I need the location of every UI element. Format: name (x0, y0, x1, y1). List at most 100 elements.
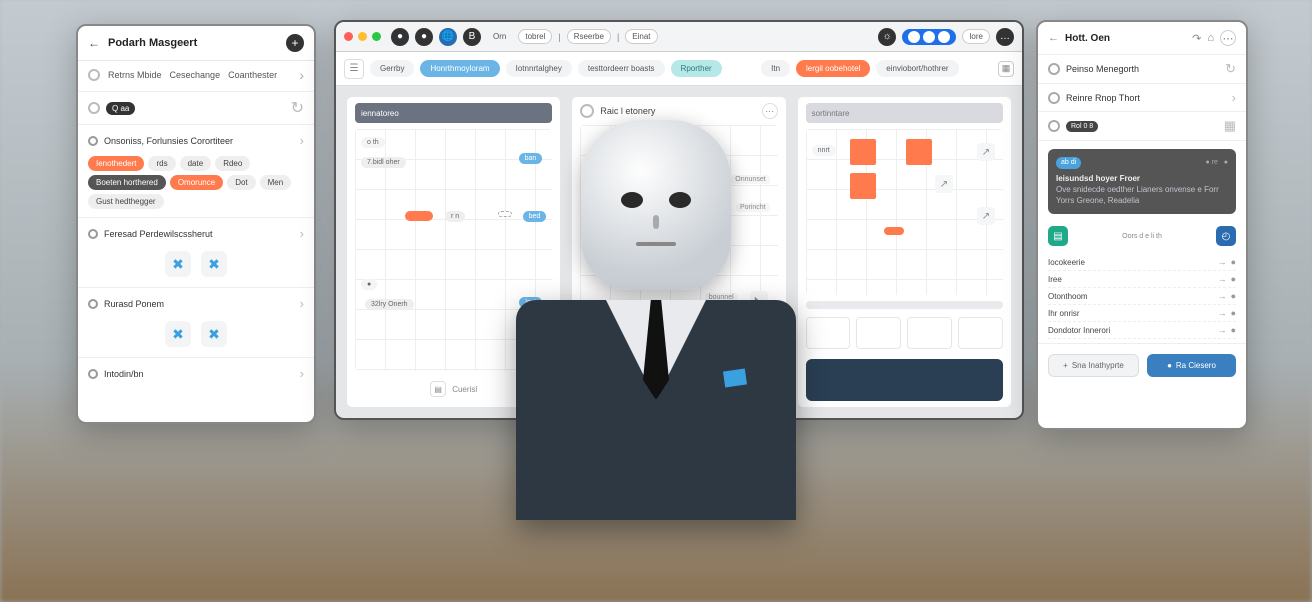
close-icon[interactable] (344, 32, 353, 41)
right-panel: ← Hott. Oen ↷ ⌂ ⋯ Peinso Menegorth ↻ Rei… (1036, 20, 1248, 430)
board-col-3: sortinntare nnrt ↗ ↗ ↗ (797, 96, 1012, 408)
chip[interactable]: Boeten horthered (88, 175, 166, 190)
crumb[interactable]: Rseerbe (567, 29, 611, 44)
card-placeholder[interactable] (498, 211, 512, 217)
arrow-icon: → (1218, 257, 1227, 267)
card[interactable]: r n (445, 211, 465, 222)
back-icon[interactable]: ← (88, 36, 100, 50)
icon-button[interactable]: ◣ (750, 291, 768, 309)
chip[interactable]: Rdeo (215, 156, 250, 171)
chip[interactable]: Gust hedthegger (88, 194, 164, 209)
tab-active[interactable]: Honrthmoyloram (420, 60, 499, 77)
crumb[interactable]: Orn (487, 30, 512, 43)
circle-icon (1048, 120, 1060, 132)
nav-icon[interactable]: ● (391, 28, 409, 46)
nav-icon[interactable]: ● (415, 28, 433, 46)
cell[interactable] (806, 317, 851, 349)
avatar-icon (938, 31, 950, 43)
refresh-icon[interactable]: ↻ (291, 98, 304, 118)
globe-icon[interactable]: 🌐 (439, 28, 457, 46)
menu-icon[interactable]: ☰ (344, 59, 364, 79)
window-controls[interactable] (344, 32, 381, 41)
app-icon[interactable]: ▤ (1048, 226, 1068, 246)
chip[interactable]: Dot (227, 175, 255, 190)
minimize-icon[interactable] (358, 32, 367, 41)
action-x-icon[interactable]: ✖ (165, 251, 191, 277)
card[interactable] (405, 211, 433, 221)
bell-icon[interactable]: ☼ (878, 28, 896, 46)
tab-2[interactable]: Cesechange (170, 70, 221, 80)
refresh-icon[interactable]: ↻ (1225, 61, 1236, 77)
action-x-icon[interactable]: ✖ (201, 321, 227, 347)
chip[interactable]: Ienothedert (88, 156, 144, 171)
cell[interactable] (958, 317, 1003, 349)
main-tabs: ☰ Gerrby Honrthmoyloram Iotnnrtalghey te… (336, 52, 1022, 86)
heat-cell (850, 173, 876, 199)
action-x-icon[interactable]: ✖ (201, 251, 227, 277)
expand-icon[interactable]: ↗ (935, 175, 953, 193)
avatar-group[interactable] (902, 29, 956, 45)
list-item[interactable]: Ihr onrisr→● (1048, 305, 1236, 322)
tab[interactable]: Gerrby (370, 60, 414, 77)
radio-icon[interactable] (88, 69, 100, 81)
more-icon[interactable]: ⋯ (762, 103, 778, 119)
crumb[interactable]: Einat (625, 29, 657, 44)
cell-label: 32lry Onerh (365, 299, 414, 310)
tab-3[interactable]: Coanthester (228, 70, 277, 80)
card[interactable]: ban (519, 153, 543, 164)
list-item[interactable]: Dondotor Innerori→● (1048, 322, 1236, 339)
more-icon[interactable]: ⋯ (1220, 30, 1236, 46)
grid-icon[interactable]: ▦ (1224, 118, 1236, 134)
circle-icon (1048, 63, 1060, 75)
tab-1[interactable]: Retrns Mbide (108, 70, 162, 80)
primary-button[interactable]: ●Ra Ciesero (1147, 354, 1236, 377)
left-title: Podarh Masgeert (108, 37, 278, 49)
crumb[interactable]: Iore (962, 29, 990, 44)
home-icon[interactable]: ⌂ (1207, 32, 1214, 44)
cell[interactable] (856, 317, 901, 349)
chevron-right-icon[interactable]: › (300, 296, 304, 311)
right-sec2[interactable]: Reinre Rnop Thort (1066, 93, 1140, 103)
expand-icon[interactable]: ↗ (977, 143, 995, 161)
list-item[interactable]: Iocokeerie→● (1048, 254, 1236, 271)
tab[interactable]: einviobort/hothrer (876, 60, 958, 77)
chevron-right-icon[interactable]: › (299, 67, 304, 83)
tab[interactable]: Rporther (671, 60, 722, 77)
tab[interactable]: testtordeerr boasts (578, 60, 665, 77)
chip[interactable]: Men (260, 175, 292, 190)
right-sec1[interactable]: Peinso Menegorth (1066, 64, 1139, 74)
nav-icon[interactable]: B (463, 28, 481, 46)
filter-icon[interactable]: ▦ (998, 61, 1014, 77)
mini-chart: Oors d e li th (1074, 233, 1210, 240)
chip[interactable]: rds (148, 156, 175, 171)
sec2-title: Feresad Perdewilscssherut (104, 229, 213, 239)
chevron-right-icon[interactable]: › (300, 133, 304, 148)
card[interactable]: bed (523, 211, 547, 222)
more-icon[interactable]: … (996, 28, 1014, 46)
detail-pane[interactable] (806, 359, 1003, 401)
tab[interactable]: Iotnnrtalghey (506, 60, 572, 77)
chip[interactable]: Snie (580, 390, 606, 401)
action-x-icon[interactable]: ✖ (165, 321, 191, 347)
add-icon[interactable]: + (286, 34, 304, 52)
secondary-button[interactable]: +Sna Inathyprte (1048, 354, 1139, 377)
cell[interactable] (907, 317, 952, 349)
crumb[interactable]: tobrel (518, 29, 552, 44)
chevron-right-icon[interactable]: › (300, 366, 304, 381)
chip[interactable]: Omorunce (170, 175, 223, 190)
tab[interactable]: lergil oobehotel (796, 60, 870, 77)
icon-button[interactable]: ▤ (430, 381, 446, 397)
app-icon[interactable]: ◴ (1216, 226, 1236, 246)
share-icon[interactable]: ↷ (1192, 32, 1201, 45)
list-item[interactable]: Otonthoom→● (1048, 288, 1236, 305)
chevron-right-icon[interactable]: › (1232, 90, 1236, 105)
chevron-right-icon[interactable]: › (300, 226, 304, 241)
back-icon[interactable]: ← (1048, 32, 1059, 44)
chip[interactable]: date (180, 156, 212, 171)
card[interactable]: lost (519, 297, 542, 308)
expand-icon[interactable]: ↗ (977, 207, 995, 225)
maximize-icon[interactable] (372, 32, 381, 41)
tab[interactable]: Itn (761, 60, 790, 77)
msg-badge: ab di (1056, 157, 1081, 169)
list-item[interactable]: Iree→● (1048, 271, 1236, 288)
